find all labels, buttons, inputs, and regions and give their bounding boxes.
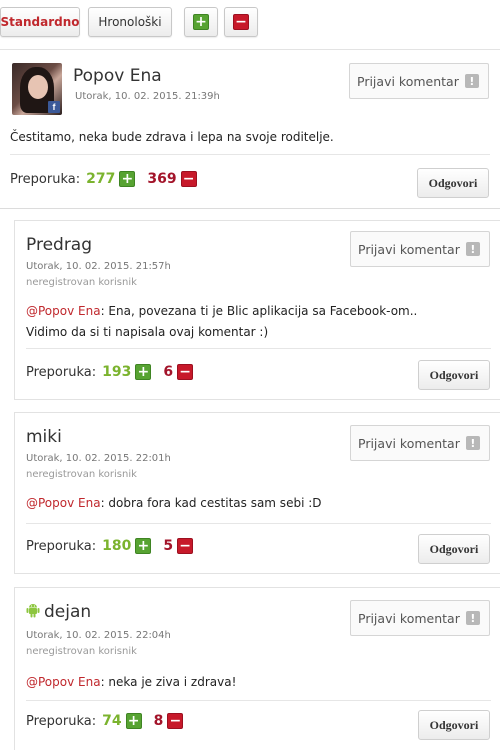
like-count: 180 <box>102 538 132 554</box>
warning-icon: ! <box>465 242 480 256</box>
downvote-button[interactable]: − <box>167 713 184 729</box>
avatar: f <box>12 63 62 115</box>
downvote-button[interactable]: − <box>177 538 194 554</box>
like-count: 277 <box>86 171 116 187</box>
recommend-label: Preporuka: <box>10 171 81 187</box>
downvote-button[interactable]: − <box>180 171 197 187</box>
comment-date: Utorak, 10. 02. 2015. 22:01h <box>26 453 171 464</box>
comment-author: dejan <box>26 602 91 622</box>
report-comment-button[interactable]: Prijavi komentar! <box>350 600 490 636</box>
sort-standard-button[interactable]: Standardno <box>0 7 80 37</box>
report-comment-button[interactable]: Prijavi komentar! <box>350 425 490 461</box>
report-comment-button[interactable]: Prijavi komentar! <box>349 63 489 99</box>
android-icon <box>26 604 40 618</box>
comment-date: Utorak, 10. 02. 2015. 22:04h <box>26 630 171 641</box>
report-comment-button[interactable]: Prijavi komentar! <box>350 231 490 267</box>
dislike-count: 8 <box>153 713 164 729</box>
downvote-button[interactable]: − <box>177 364 194 380</box>
recommendation-row: Preporuka: 277 + 369 − <box>10 171 197 187</box>
comment-reply: dejan Utorak, 10. 02. 2015. 22:04h nereg… <box>14 587 500 750</box>
mention-link[interactable]: @Popov Ena <box>26 675 101 689</box>
sort-chronological-button[interactable]: Hronološki <box>88 7 172 37</box>
reply-button[interactable]: Odgovori <box>418 360 490 390</box>
recommend-label: Preporuka: <box>26 538 97 554</box>
comment-date: Utorak, 10. 02. 2015. 21:39h <box>75 91 220 102</box>
comment-date: Utorak, 10. 02. 2015. 21:57h <box>26 261 171 272</box>
comment-text: @Popov Ena: dobra fora kad cestitas sam … <box>26 496 322 510</box>
facebook-icon: f <box>48 101 60 113</box>
collapse-all-button[interactable]: − <box>224 7 258 37</box>
unregistered-user-label: neregistrovan korisnik <box>26 469 137 480</box>
upvote-button[interactable]: + <box>135 364 152 380</box>
minus-icon: − <box>233 14 249 30</box>
sort-toolbar: Standardno Hronološki + − <box>0 0 500 50</box>
comment-reply: Predrag Utorak, 10. 02. 2015. 21:57h ner… <box>14 220 500 400</box>
warning-icon: ! <box>465 436 480 450</box>
reply-button[interactable]: Odgovori <box>418 710 490 740</box>
comment-text: @Popov Ena: neka je ziva i zdrava! <box>26 675 237 689</box>
mention-link[interactable]: @Popov Ena <box>26 496 101 510</box>
comment-author: miki <box>26 427 62 447</box>
upvote-button[interactable]: + <box>135 538 152 554</box>
upvote-button[interactable]: + <box>125 713 142 729</box>
warning-icon: ! <box>465 611 480 625</box>
recommendation-row: Preporuka: 193 + 6 − <box>26 364 194 380</box>
recommend-label: Preporuka: <box>26 713 97 729</box>
comment-author: Predrag <box>26 235 93 255</box>
comment-author: Popov Ena <box>73 66 162 86</box>
dislike-count: 5 <box>163 538 174 554</box>
dislike-count: 6 <box>163 364 174 380</box>
comment-text: @Popov Ena: Ena, povezana ti je Blic apl… <box>26 304 418 339</box>
plus-icon: + <box>193 14 209 30</box>
like-count: 193 <box>102 364 132 380</box>
reply-button[interactable]: Odgovori <box>418 534 490 564</box>
mention-link[interactable]: @Popov Ena <box>26 304 101 318</box>
comment: f Popov Ena Utorak, 10. 02. 2015. 21:39h… <box>0 51 500 209</box>
recommendation-row: Preporuka: 180 + 5 − <box>26 538 194 554</box>
unregistered-user-label: neregistrovan korisnik <box>26 646 137 657</box>
expand-all-button[interactable]: + <box>184 7 218 37</box>
reply-button[interactable]: Odgovori <box>417 168 489 198</box>
like-count: 74 <box>102 713 122 729</box>
comment-reply: miki Utorak, 10. 02. 2015. 22:01h neregi… <box>14 412 500 574</box>
dislike-count: 369 <box>147 171 177 187</box>
unregistered-user-label: neregistrovan korisnik <box>26 277 137 288</box>
recommendation-row: Preporuka: 74 + 8 − <box>26 713 184 729</box>
warning-icon: ! <box>464 74 479 88</box>
comment-text: Čestitamo, neka bude zdrava i lepa na sv… <box>10 130 334 144</box>
upvote-button[interactable]: + <box>119 171 136 187</box>
recommend-label: Preporuka: <box>26 364 97 380</box>
